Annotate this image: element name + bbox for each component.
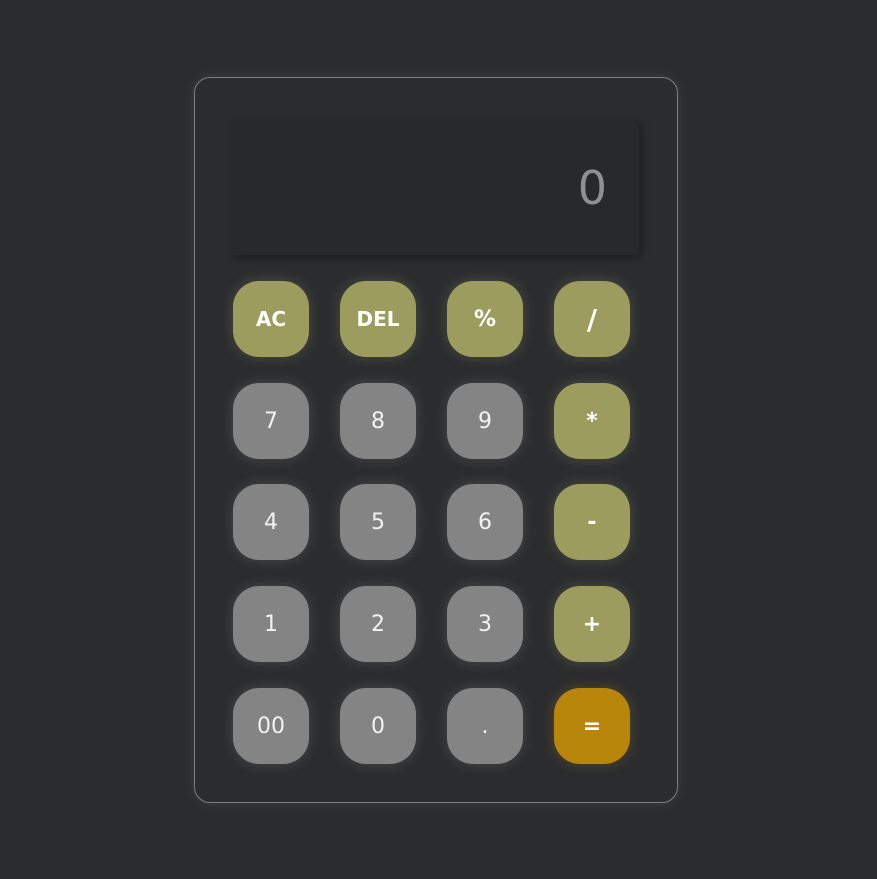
key-7-button[interactable]: 7 xyxy=(233,383,309,459)
all-clear-button[interactable]: AC xyxy=(233,281,309,357)
key-2-button[interactable]: 2 xyxy=(340,586,416,662)
key-8-button[interactable]: 8 xyxy=(340,383,416,459)
key-5-button[interactable]: 5 xyxy=(340,484,416,560)
calculator: 0 AC DEL % / 7 8 9 * 4 5 6 - 1 2 3 + 00 … xyxy=(194,77,678,803)
minus-button[interactable]: - xyxy=(554,484,630,560)
percent-button[interactable]: % xyxy=(447,281,523,357)
equals-button[interactable]: = xyxy=(554,688,630,764)
delete-button[interactable]: DEL xyxy=(340,281,416,357)
display-value: 0 xyxy=(577,160,608,215)
plus-button[interactable]: + xyxy=(554,586,630,662)
key-1-button[interactable]: 1 xyxy=(233,586,309,662)
multiply-button[interactable]: * xyxy=(554,383,630,459)
decimal-button[interactable]: . xyxy=(447,688,523,764)
key-3-button[interactable]: 3 xyxy=(447,586,523,662)
calculator-display: 0 xyxy=(233,120,639,255)
key-6-button[interactable]: 6 xyxy=(447,484,523,560)
key-4-button[interactable]: 4 xyxy=(233,484,309,560)
divide-button[interactable]: / xyxy=(554,281,630,357)
page: 0 AC DEL % / 7 8 9 * 4 5 6 - 1 2 3 + 00 … xyxy=(0,0,877,879)
key-00-button[interactable]: 00 xyxy=(233,688,309,764)
key-9-button[interactable]: 9 xyxy=(447,383,523,459)
key-0-button[interactable]: 0 xyxy=(340,688,416,764)
